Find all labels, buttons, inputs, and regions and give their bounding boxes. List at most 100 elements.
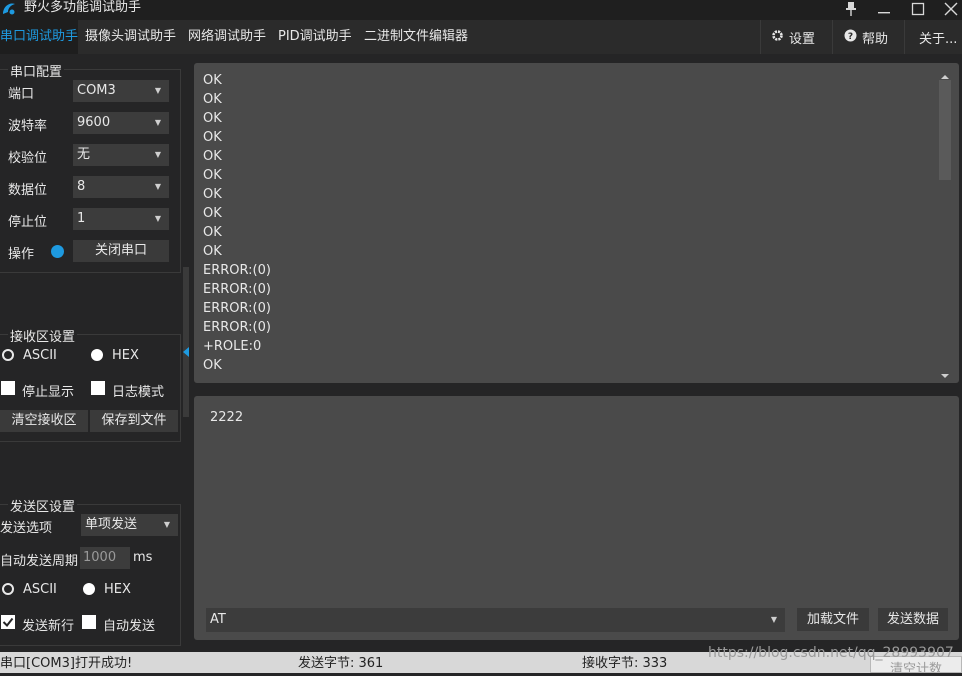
- send-hex-radio[interactable]: [83, 583, 95, 595]
- load-file-button[interactable]: 加载文件: [797, 608, 869, 631]
- databits-select[interactable]: 8 ▼: [73, 176, 169, 198]
- parity-label: 校验位: [8, 151, 48, 166]
- receive-text-area[interactable]: OK OK OK OK OK OK OK OK OK OK ERROR:(0) ERROR:(0) ER…: [194, 63, 959, 383]
- tab-camera-assistant[interactable]: 摄像头调试助手: [85, 20, 176, 54]
- parity-select[interactable]: 无 ▼: [73, 144, 169, 166]
- help-icon: ?: [844, 29, 857, 46]
- send-text: 2222: [210, 410, 244, 425]
- parity-value: 无: [77, 147, 91, 162]
- baud-value: 9600: [77, 115, 111, 130]
- receive-line: OK: [203, 92, 222, 107]
- receive-line: +ROLE:0: [203, 339, 262, 354]
- receive-line: ERROR:(0): [203, 320, 271, 335]
- send-hex-label: HEX: [104, 582, 131, 597]
- recv-ascii-label: ASCII: [23, 348, 57, 363]
- send-text-area[interactable]: [194, 396, 959, 640]
- minimize-icon[interactable]: [873, 0, 895, 18]
- title-bar: [0, 0, 962, 20]
- port-label: 端口: [8, 87, 35, 102]
- send-newline-label: 发送新行: [22, 619, 75, 634]
- send-newline-checkbox[interactable]: [1, 615, 15, 629]
- receive-line: OK: [203, 225, 222, 240]
- receive-line: ERROR:(0): [203, 263, 271, 278]
- stop-display-checkbox[interactable]: [1, 381, 15, 395]
- tab-network-assistant[interactable]: 网络调试助手: [188, 20, 266, 54]
- settings-label: 设置: [789, 31, 816, 47]
- stopbits-select[interactable]: 1 ▼: [73, 208, 169, 230]
- about-button[interactable]: 关于...: [904, 20, 962, 54]
- help-label: 帮助: [862, 31, 889, 47]
- databits-label: 数据位: [8, 183, 48, 198]
- chevron-down-icon: ▼: [154, 118, 161, 127]
- databits-value: 8: [77, 179, 86, 194]
- scroll-up-icon[interactable]: [941, 69, 949, 84]
- help-button[interactable]: ? 帮助: [832, 20, 904, 54]
- serial-config-title: 串口配置: [8, 61, 65, 80]
- auto-period-label: 自动发送周期: [0, 554, 79, 569]
- tab-serial-assistant[interactable]: 串口调试助手: [0, 20, 78, 54]
- send-data-button[interactable]: 发送数据: [878, 608, 948, 631]
- gear-icon: [771, 29, 784, 46]
- checkmark-icon: [2, 617, 14, 628]
- recv-hex-label: HEX: [112, 348, 139, 363]
- maximize-icon[interactable]: [907, 0, 929, 18]
- settings-button[interactable]: 设置: [760, 20, 833, 54]
- send-ascii-label: ASCII: [23, 582, 57, 597]
- send-ascii-radio[interactable]: [2, 583, 14, 595]
- scroll-down-icon[interactable]: [941, 368, 949, 383]
- port-value: COM3: [77, 83, 116, 98]
- operation-label: 操作: [8, 247, 35, 262]
- app-logo-icon: [0, 0, 18, 16]
- tab-binary-editor[interactable]: 二进制文件编辑器: [364, 20, 468, 54]
- stopbits-value: 1: [77, 211, 86, 226]
- send-option-select[interactable]: 单项发送 ▼: [81, 514, 178, 536]
- command-select[interactable]: AT ▼: [206, 608, 785, 632]
- send-option-label: 发送选项: [0, 521, 53, 536]
- baud-label: 波特率: [8, 119, 48, 134]
- watermark-text: https://blog.csdn.net/qq_28993907: [708, 645, 954, 661]
- port-select[interactable]: COM3 ▼: [73, 80, 169, 102]
- stop-display-label: 停止显示: [22, 385, 75, 400]
- received-bytes-label: 接收字节: 333: [582, 656, 668, 671]
- auto-send-label: 自动发送: [103, 619, 156, 634]
- pin-icon[interactable]: [840, 0, 862, 18]
- window-title: 野火多功能调试助手: [24, 0, 142, 15]
- left-panel-scrollbar[interactable]: [183, 267, 189, 417]
- log-mode-checkbox[interactable]: [91, 381, 105, 395]
- sent-bytes-label: 发送字节: 361: [298, 656, 384, 671]
- receive-line: ERROR:(0): [203, 282, 271, 297]
- receive-line: OK: [203, 187, 222, 202]
- log-mode-label: 日志模式: [112, 385, 165, 400]
- collapse-arrow-icon[interactable]: [183, 346, 189, 361]
- stopbits-label: 停止位: [8, 215, 48, 230]
- tab-pid-assistant[interactable]: PID调试助手: [278, 20, 352, 54]
- receive-line: ERROR:(0): [203, 301, 271, 316]
- about-label: 关于...: [919, 31, 958, 47]
- recv-hex-radio[interactable]: [91, 349, 103, 361]
- chevron-down-icon: ▼: [154, 150, 161, 159]
- clear-receive-button[interactable]: 清空接收区: [0, 410, 88, 432]
- receive-line: OK: [203, 168, 222, 183]
- receive-settings-title: 接收区设置: [8, 326, 78, 345]
- recv-ascii-radio[interactable]: [2, 349, 14, 361]
- chevron-down-icon: ▼: [154, 182, 161, 191]
- receive-line: OK: [203, 149, 222, 164]
- send-option-value: 单项发送: [85, 517, 138, 532]
- close-port-button[interactable]: 关闭串口: [73, 240, 169, 262]
- receive-line: OK: [203, 73, 222, 88]
- status-message: 串口[COM3]打开成功!: [0, 656, 133, 671]
- port-status-indicator: [51, 245, 64, 258]
- chevron-down-icon: ▼: [154, 86, 161, 95]
- svg-text:?: ?: [848, 32, 853, 42]
- receive-line: OK: [203, 244, 222, 259]
- receive-scroll-thumb[interactable]: [939, 80, 951, 180]
- auto-period-input[interactable]: 1000: [80, 547, 130, 569]
- auto-send-checkbox[interactable]: [82, 615, 96, 629]
- chevron-down-icon: ▼: [163, 520, 170, 529]
- receive-line: OK: [203, 130, 222, 145]
- save-to-file-button[interactable]: 保存到文件: [90, 410, 178, 432]
- close-icon[interactable]: [940, 0, 962, 18]
- chevron-down-icon: ▼: [154, 214, 161, 223]
- receive-line: OK: [203, 206, 222, 221]
- baud-select[interactable]: 9600 ▼: [73, 112, 169, 134]
